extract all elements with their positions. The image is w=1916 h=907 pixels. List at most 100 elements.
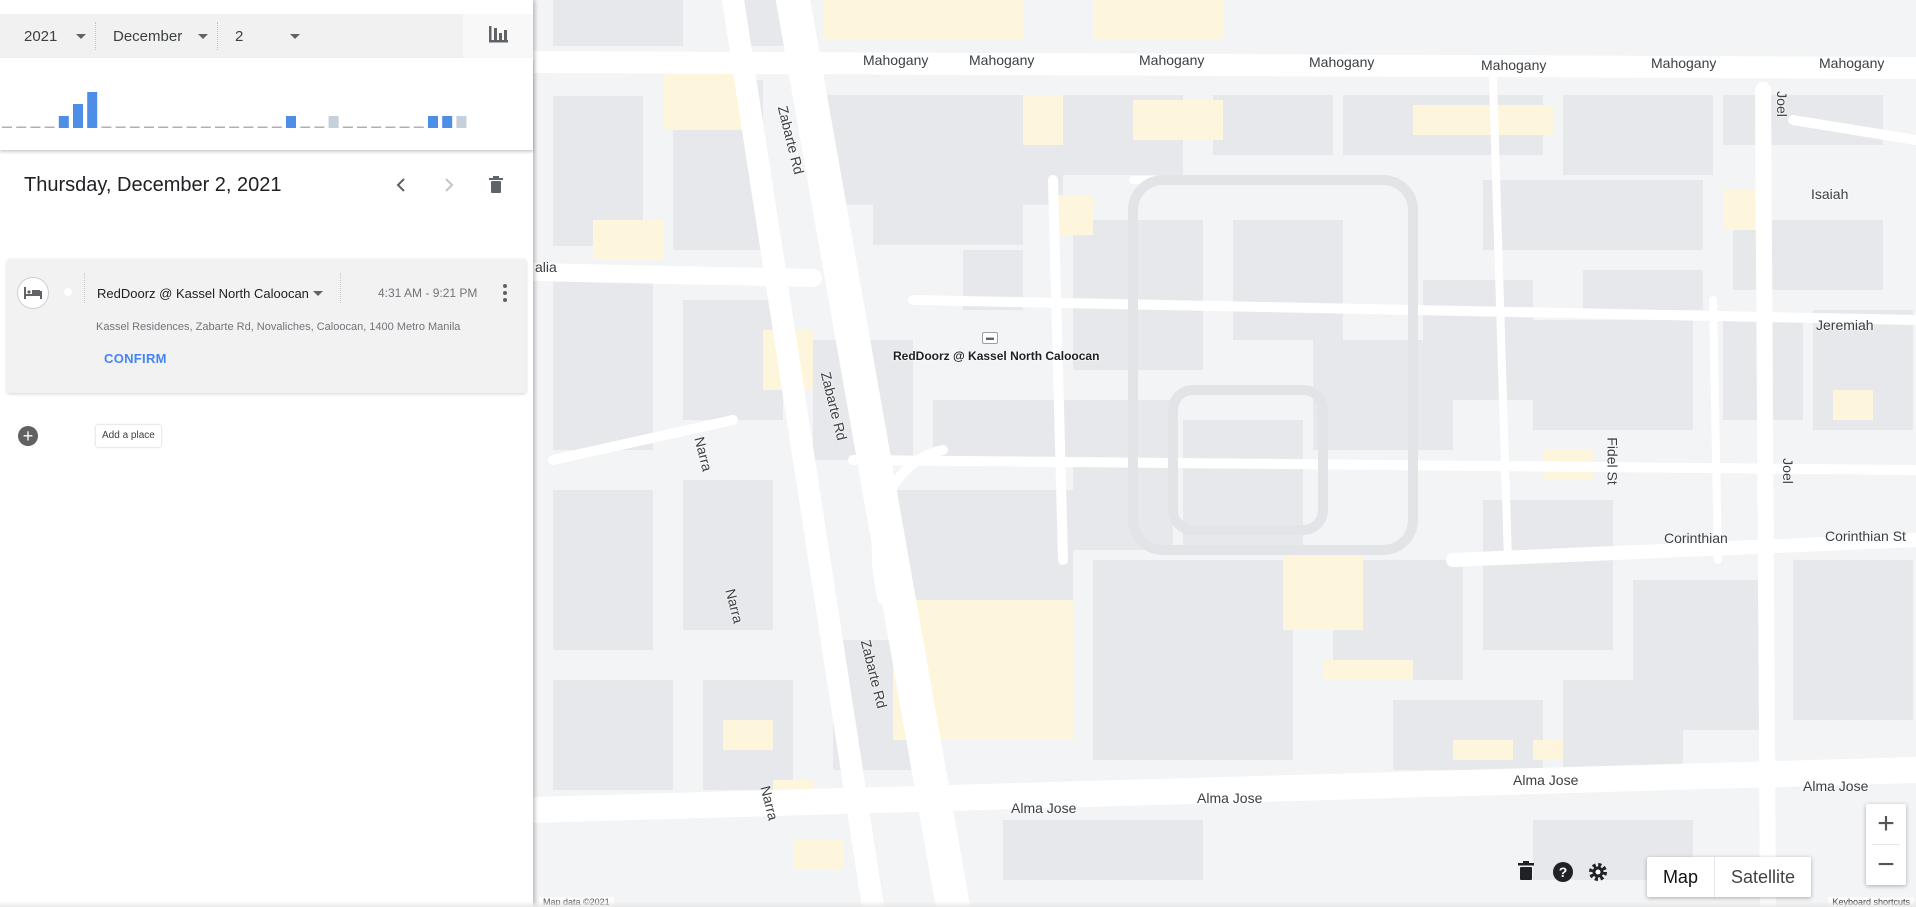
histogram-empty-day[interactable] xyxy=(115,126,126,129)
chevron-left-icon xyxy=(396,178,405,192)
visit-time-range[interactable]: 4:31 AM - 9:21 PM xyxy=(378,286,477,300)
histogram-empty-day[interactable] xyxy=(413,126,424,129)
histogram-bar[interactable] xyxy=(87,92,98,128)
chevron-down-icon xyxy=(290,34,300,39)
histogram-bar[interactable] xyxy=(428,116,438,128)
histogram-empty-day[interactable] xyxy=(16,126,27,129)
histogram-empty-day[interactable] xyxy=(44,126,55,129)
bottom-shadow xyxy=(0,901,1916,907)
histogram-bars xyxy=(2,92,467,129)
street-label-mahogany: Mahogany xyxy=(969,52,1035,68)
zoom-control: + − xyxy=(1866,804,1906,885)
histogram-empty-day[interactable] xyxy=(385,126,396,129)
divider xyxy=(84,273,85,303)
histogram-empty-day[interactable] xyxy=(257,126,268,129)
histogram-empty-day[interactable] xyxy=(271,126,282,129)
svg-text:?: ? xyxy=(1559,864,1568,880)
previous-day-button[interactable] xyxy=(386,170,416,200)
visit-place-name[interactable]: RedDoorz @ Kassel North Caloocan xyxy=(97,286,309,301)
street-label-isaiah: Isaiah xyxy=(1811,186,1849,202)
help-icon[interactable]: ? xyxy=(1552,861,1580,889)
hotel-marker-icon[interactable]: ▬ xyxy=(982,332,998,344)
street-label-alma-jose: Alma Jose xyxy=(1803,778,1869,794)
year-select[interactable]: 2021 xyxy=(0,14,96,58)
month-select-value: December xyxy=(113,27,183,45)
street-label-fidel-st: Fidel St xyxy=(1604,437,1621,485)
street-label-joel: Joel xyxy=(1773,91,1790,117)
zoom-in-button[interactable]: + xyxy=(1866,804,1906,844)
street-label-alma-jose: Alma Jose xyxy=(1011,800,1077,816)
visit-card[interactable]: RedDoorz @ Kassel North Caloocan 4:31 AM… xyxy=(7,259,526,393)
map-canvas[interactable]: Mahogany Mahogany Mahogany Mahogany Maho… xyxy=(533,0,1916,907)
date-header: Thursday, December 2, 2021 xyxy=(24,170,514,200)
histogram-empty-day[interactable] xyxy=(186,126,197,129)
histogram-empty-day[interactable] xyxy=(144,126,154,129)
map-tiles xyxy=(533,0,1916,907)
street-label-mahogany: Mahogany xyxy=(863,52,929,68)
histogram-empty-day[interactable] xyxy=(215,126,225,129)
delete-day-button[interactable] xyxy=(481,170,511,200)
histogram-empty-day[interactable] xyxy=(158,126,169,129)
histogram-selected-day[interactable] xyxy=(328,116,339,128)
street-label-alma-jose: Alma Jose xyxy=(1513,772,1579,788)
street-label-corinthian: Corinthian xyxy=(1664,530,1728,546)
street-label-joel: Joel xyxy=(1779,458,1796,484)
visit-address: Kassel Residences, Zabarte Rd, Novaliche… xyxy=(96,321,461,333)
day-select[interactable]: 2 xyxy=(218,14,310,58)
date-selectors: 2021 December 2 xyxy=(0,14,533,58)
chevron-down-icon xyxy=(198,34,208,39)
zoom-out-button[interactable]: − xyxy=(1866,845,1906,885)
bar-chart-icon xyxy=(487,24,509,49)
histogram-empty-day[interactable] xyxy=(357,126,367,129)
street-label-partial: alia xyxy=(535,259,557,275)
street-label-jeremiah: Jeremiah xyxy=(1816,317,1874,333)
street-label-mahogany: Mahogany xyxy=(1481,57,1547,73)
street-label-mahogany: Mahogany xyxy=(1309,54,1375,70)
histogram-empty-day[interactable] xyxy=(200,126,211,129)
next-day-button[interactable] xyxy=(434,170,464,200)
street-label-mahogany: Mahogany xyxy=(1139,52,1205,68)
chevron-down-icon xyxy=(76,34,86,39)
histogram-bar[interactable] xyxy=(286,116,296,128)
histogram-empty-day[interactable] xyxy=(129,126,140,129)
histogram-bar[interactable] xyxy=(73,104,83,128)
map-place-label[interactable]: RedDoorz @ Kassel North Caloocan xyxy=(893,349,1099,363)
histogram-empty-day[interactable] xyxy=(314,126,325,129)
trash-icon xyxy=(489,176,503,193)
date-title: Thursday, December 2, 2021 xyxy=(24,174,282,196)
street-label-alma-jose: Alma Jose xyxy=(1197,790,1263,806)
month-select[interactable]: December xyxy=(96,14,218,58)
map-type-satellite-button[interactable]: Satellite xyxy=(1713,857,1811,897)
histogram-empty-day[interactable] xyxy=(243,126,254,129)
histogram-empty-day[interactable] xyxy=(2,126,12,129)
hotel-icon xyxy=(17,277,49,309)
histogram-empty-day[interactable] xyxy=(300,126,311,129)
add-circle-icon[interactable]: + xyxy=(18,426,38,446)
histogram-future-day[interactable] xyxy=(456,116,467,128)
day-histogram[interactable] xyxy=(0,58,533,150)
confirm-button[interactable]: CONFIRM xyxy=(104,351,167,366)
street-label-corinthian-st: Corinthian St xyxy=(1825,528,1906,544)
histogram-bar[interactable] xyxy=(58,116,69,128)
trash-icon[interactable] xyxy=(1517,861,1545,889)
histogram-bar[interactable] xyxy=(442,116,453,128)
settings-gear-icon[interactable] xyxy=(1587,861,1615,889)
histogram-empty-day[interactable] xyxy=(101,126,112,129)
day-select-value: 2 xyxy=(235,27,244,45)
histogram-empty-day[interactable] xyxy=(172,126,183,129)
more-vert-icon[interactable] xyxy=(497,281,513,305)
chevron-down-icon[interactable] xyxy=(313,291,323,296)
histogram-empty-day[interactable] xyxy=(371,126,382,129)
timeline-dot xyxy=(64,288,72,296)
add-place-row: + Add a place xyxy=(18,425,161,447)
map-type-control: Map Satellite xyxy=(1646,857,1811,897)
histogram-empty-day[interactable] xyxy=(30,126,41,129)
bar-chart-toggle-button[interactable] xyxy=(463,14,533,58)
histogram-empty-day[interactable] xyxy=(399,126,410,129)
histogram-empty-day[interactable] xyxy=(229,126,240,129)
divider xyxy=(340,273,341,303)
histogram-empty-day[interactable] xyxy=(342,126,353,129)
add-place-button[interactable]: Add a place xyxy=(96,425,161,447)
map-type-map-button[interactable]: Map xyxy=(1647,857,1714,897)
chevron-right-icon xyxy=(445,178,454,192)
